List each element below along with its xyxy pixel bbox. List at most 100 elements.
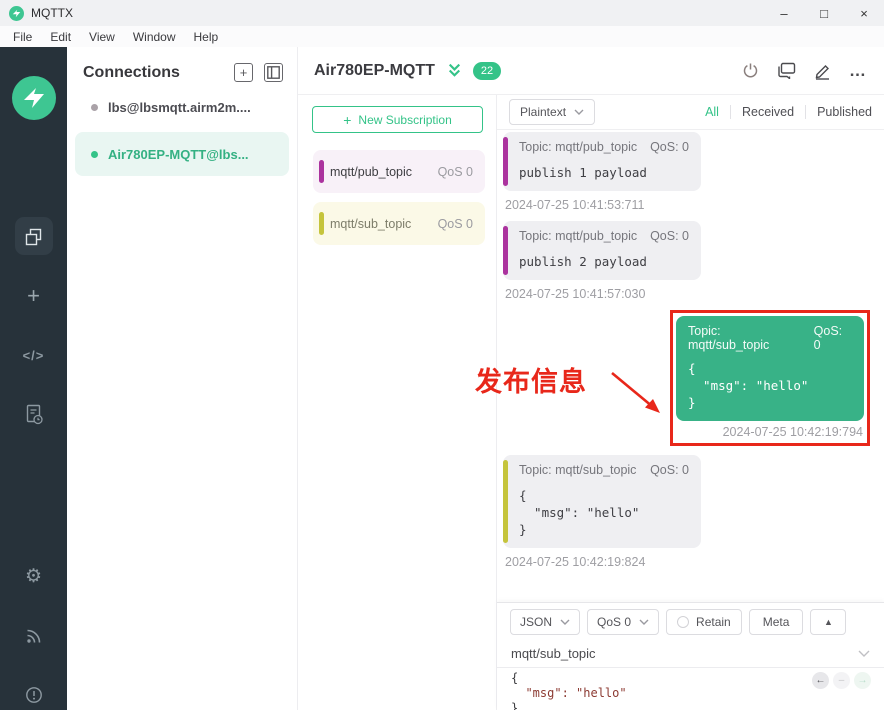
message-qos: QoS: 0 [650,463,689,477]
subscriptions-panel: + New Subscription mqtt/pub_topic QoS 0 … [298,95,497,710]
divider [729,105,731,119]
message-timestamp: 2024-07-25 10:41:57:030 [505,287,646,301]
meta-button[interactable]: Meta [748,608,804,635]
message-payload: publish 2 payload [519,254,647,269]
message-qos: QoS: 0 [650,140,689,154]
topic-input[interactable] [511,646,858,661]
publish-format-value: JSON [520,614,553,629]
close-button[interactable]: × [844,0,884,26]
payload-line: } [511,701,519,710]
sidebar-item-settings[interactable]: ⚙ [0,561,67,591]
message-list: Topic: mqtt/pub_topic QoS: 0 publish 1 p… [475,130,884,602]
subscription-item[interactable]: mqtt/pub_topic QoS 0 [313,150,485,193]
topic-color-bar [319,160,324,183]
mqttx-brand-button[interactable] [0,76,67,120]
subscription-topic: mqtt/sub_topic [330,216,412,231]
collapse-panel-button[interactable] [264,63,283,82]
status-dot [91,103,98,111]
plus-icon: + [239,65,248,80]
publish-qos-dropdown[interactable]: QoS 0 [587,608,660,635]
subscription-item[interactable]: mqtt/sub_topic QoS 0 [313,202,485,245]
message-timestamp: 2024-07-25 10:41:53:711 [505,198,645,212]
annotation-arrow [611,371,660,413]
payload-editor[interactable]: { "msg": "hello" } ← – → [497,668,884,710]
power-icon [743,63,757,78]
minimize-button[interactable]: – [764,0,804,26]
connection-item[interactable]: lbs@lbsmqtt.airm2m.... [67,92,297,122]
messages-button[interactable] [776,61,796,81]
retain-toggle[interactable]: Retain [666,608,742,635]
new-subscription-button[interactable]: + New Subscription [312,106,483,133]
chevron-down-icon[interactable] [858,650,870,657]
topic-color-bar [503,226,508,275]
message-count-badge: 22 [472,61,502,80]
maximize-button[interactable]: □ [804,0,844,26]
format-value: Plaintext [520,105,567,119]
publish-format-dropdown[interactable]: JSON [510,608,581,635]
connection-item-active[interactable]: Air780EP-MQTT@lbs... [75,132,289,176]
history-prev-button[interactable]: ← [812,672,829,689]
plus-icon: + [27,283,40,308]
menubar: File Edit View Window Help [0,26,884,47]
sidebar-item-connections[interactable] [0,217,67,255]
history-next-button[interactable]: → [854,672,871,689]
connection-header: Air780EP-MQTT 22 … [298,47,884,95]
mqttx-window: MQTTX – □ × File Edit View Window Help +… [0,0,884,710]
gear-icon: ⚙ [24,565,43,587]
sidebar-item-log[interactable] [0,400,67,430]
connections-icon [25,228,42,245]
sidebar-item-feed[interactable] [0,621,67,651]
connection-label: Air780EP-MQTT@lbs... [108,146,249,162]
more-options-button[interactable]: … [848,61,868,81]
connections-title: Connections [83,63,180,81]
double-chevron-down-icon[interactable] [446,62,463,79]
disconnect-button[interactable] [740,61,760,81]
plus-icon: + [343,111,352,128]
titlebar: MQTTX – □ × [0,0,884,26]
add-connection-button[interactable]: + [234,63,253,82]
sidebar-item-new-connection[interactable]: + [0,281,67,311]
menu-item-file[interactable]: File [4,30,41,44]
menu-item-view[interactable]: View [80,30,124,44]
radio-icon [677,615,690,628]
filter-received[interactable]: Received [742,105,794,119]
message-filter-bar: Plaintext All Received Published [497,95,884,130]
topic-color-bar [319,212,324,235]
info-icon [25,687,42,703]
message-timestamp: 2024-07-25 10:42:19:794 [722,425,863,439]
window-title: MQTTX [31,6,73,20]
message-qos: QoS: 0 [813,324,843,352]
message-bubble[interactable]: Topic: mqtt/pub_topic QoS: 0 publish 1 p… [503,132,701,191]
message-bubble[interactable]: Topic: mqtt/sub_topic QoS: 0 { "msg": "h… [503,455,701,548]
sidebar-item-script[interactable]: </> [0,340,67,370]
annotation-text: 发布信息 [475,367,587,397]
history-dash-button[interactable]: – [833,672,850,689]
message-topic: Topic: mqtt/pub_topic [519,229,638,243]
message-payload: { "msg": "hello" } [688,361,809,410]
message-bubble[interactable]: Topic: mqtt/pub_topic QoS: 0 publish 2 p… [503,221,701,280]
edit-button[interactable] [812,61,832,81]
filter-published[interactable]: Published [817,105,872,119]
status-dot [91,150,98,158]
menu-item-help[interactable]: Help [185,30,228,44]
topic-color-bar [503,460,508,543]
message-topic: Topic: mqtt/pub_topic [519,140,638,154]
log-file-icon [26,404,43,425]
message-timestamp: 2024-07-25 10:42:19:824 [505,555,646,569]
mqttx-logo-icon [9,5,24,21]
chevron-down-icon [639,619,649,625]
message-topic: Topic: mqtt/sub_topic [519,463,637,477]
collapse-editor-button[interactable]: ▲ [810,608,847,635]
subscription-qos: QoS 0 [437,164,473,179]
sidebar-item-about[interactable] [0,680,67,710]
payload-format-dropdown[interactable]: Plaintext [509,99,596,125]
connections-panel: Connections + lbs@lbsmqtt.airm2m.... Air… [67,47,298,710]
menu-item-edit[interactable]: Edit [41,30,80,44]
message-topic: Topic: mqtt/sub_topic [688,324,770,352]
menu-item-window[interactable]: Window [124,30,185,44]
pencil-icon [815,64,829,80]
filter-all[interactable]: All [705,105,719,119]
message-bubble-published[interactable]: Topic: mqtt/sub_topic QoS: 0 { "msg": "h… [676,316,864,421]
panel-layout-icon [267,66,280,79]
publish-qos-value: QoS 0 [597,614,632,629]
